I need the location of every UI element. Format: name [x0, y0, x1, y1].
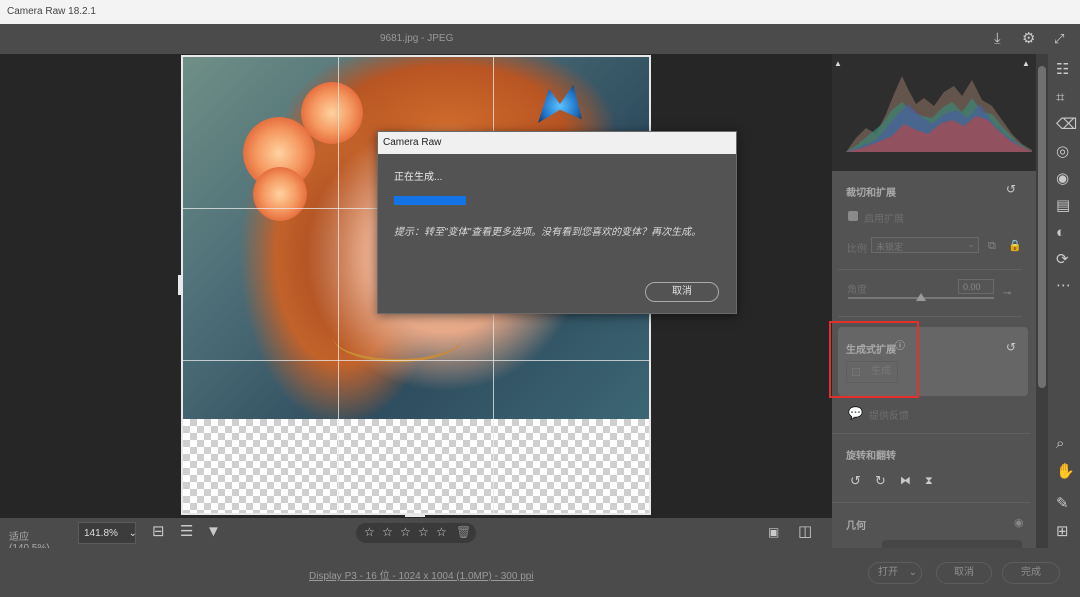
straighten-icon[interactable]: ⊸	[1003, 286, 1011, 302]
histogram: ▲ ▲	[832, 54, 1036, 171]
filter-icon[interactable]: ▼	[206, 524, 221, 540]
crop-handle[interactable]	[405, 514, 425, 517]
divider	[838, 316, 1022, 317]
panel-scrollbar[interactable]	[1036, 54, 1048, 548]
rotate-left-icon[interactable]: ↺	[850, 473, 861, 489]
aspect-value: 未锁定	[876, 242, 904, 252]
dialog-message: 正在生成...	[394, 172, 443, 183]
rotate-ratio-icon[interactable]: ⧉	[988, 238, 996, 254]
star-icon[interactable]: ☆	[400, 525, 411, 539]
generating-dialog: Camera Raw 正在生成... 提示：转至"变体"查看更多选项。没有看到您…	[377, 131, 737, 314]
crop-grid-line	[183, 360, 649, 361]
snapshot-icon[interactable]: ▤	[1056, 198, 1070, 214]
status-bar: Display P3 - 16 位 - 1024 x 1004 (1.0MP) …	[0, 548, 1080, 597]
window-title: Camera Raw 18.2.1	[7, 6, 96, 17]
toggle-view-icon[interactable]: ▣	[768, 524, 779, 540]
chevron-down-icon: ⌄	[908, 567, 917, 578]
visibility-icon[interactable]: ◉	[1014, 515, 1024, 531]
angle-slider-thumb[interactable]	[916, 293, 926, 301]
save-icon[interactable]: ⤓	[994, 31, 1001, 47]
feedback-icon[interactable]: 💬	[848, 405, 863, 421]
grid-icon[interactable]: ⊞	[1056, 524, 1069, 540]
rotate-right-icon[interactable]: ↻	[875, 473, 886, 489]
zoom-level-select[interactable]: 141.8% ⌄	[78, 522, 137, 544]
enable-expand-label: 启用扩展	[864, 214, 904, 225]
sort-icon[interactable]: ☰	[180, 524, 193, 540]
star-icon[interactable]: ☆	[436, 525, 447, 539]
crop-grid-line	[338, 57, 339, 513]
flip-vertical-icon[interactable]: ⧗	[925, 473, 933, 489]
flip-horizontal-icon[interactable]: ⧓	[900, 473, 911, 489]
settings-icon[interactable]: ⚙	[1022, 31, 1035, 47]
hand-icon[interactable]: ✋	[1056, 464, 1075, 480]
divider	[838, 269, 1022, 270]
before-after-icon[interactable]: ◫	[798, 524, 812, 540]
histogram-graph	[846, 76, 1032, 152]
progress-bar	[394, 196, 466, 205]
star-icon[interactable]: ☆	[364, 525, 375, 539]
open-button-label: 打开	[878, 567, 898, 578]
shadow-clip-icon[interactable]: ▲	[834, 56, 842, 72]
edit-icon[interactable]: ☷	[1056, 62, 1069, 78]
lock-icon[interactable]: 🔒	[1008, 238, 1022, 254]
done-button[interactable]: 完成	[1002, 562, 1060, 584]
star-icon[interactable]: ☆	[382, 525, 393, 539]
more-icon[interactable]: ⋯	[1056, 278, 1071, 294]
zoom-level-value: 141.8%	[84, 528, 118, 539]
crop-section-title[interactable]: 裁切和扩展	[846, 184, 896, 199]
zoom-fit-button[interactable]: 适应 (140.5%)	[4, 522, 76, 554]
file-info: 9681.jpg - JPEG	[380, 33, 454, 44]
dialog-tip: 提示：转至"变体"查看更多选项。没有看到您喜欢的变体？再次生成。	[394, 227, 702, 238]
aspect-select[interactable]: 未锁定 ⌄	[871, 237, 979, 253]
reset-icon[interactable]: ↺	[1006, 181, 1016, 197]
eyedropper-icon[interactable]: ✎	[1056, 496, 1069, 512]
geometry-toolbar	[882, 540, 1022, 548]
star-rating: ☆ ☆ ☆ ☆ ☆ 🗑	[356, 523, 476, 543]
highlight-clip-icon[interactable]: ▲	[1022, 56, 1030, 72]
dialog-title: Camera Raw	[378, 132, 736, 154]
eraser-icon[interactable]: ⌫	[1056, 117, 1077, 133]
rotate-section-title[interactable]: 旋转和翻转	[846, 447, 896, 462]
crop-icon[interactable]: ⌗	[1056, 90, 1064, 106]
divider	[832, 502, 1030, 503]
enable-expand-checkbox[interactable]	[848, 211, 858, 221]
star-icon[interactable]: ☆	[418, 525, 429, 539]
angle-input[interactable]: 0.00	[958, 279, 994, 294]
tool-strip: ☷ ⌗ ⌫ ◎ ◉ ▤ ◐ ⟳ ⋯ ⌕ ✋ ✎ ⊞	[1048, 54, 1080, 548]
open-button[interactable]: 打开 ⌄	[868, 562, 922, 584]
geometry-section-title[interactable]: 几何	[846, 517, 866, 532]
divider	[832, 433, 1030, 434]
zoom-icon[interactable]: ⌕	[1056, 436, 1064, 452]
crop-handle[interactable]	[178, 275, 181, 295]
presets-icon[interactable]: ◐	[1056, 225, 1065, 241]
redeye-icon[interactable]: ◉	[1056, 171, 1069, 187]
mask-icon[interactable]: ◎	[1056, 144, 1069, 160]
compare-view-icon[interactable]: ⊟	[152, 524, 165, 540]
cancel-button[interactable]: 取消	[936, 562, 992, 584]
aspect-label: 比例	[847, 244, 867, 255]
dialog-cancel-button[interactable]: 取消	[645, 282, 719, 302]
sync-icon[interactable]: ⟳	[1056, 252, 1069, 268]
feedback-link[interactable]: 提供反馈	[869, 407, 909, 422]
reset-icon[interactable]: ↺	[1006, 339, 1016, 355]
highlight-annotation	[829, 321, 919, 398]
fullscreen-icon[interactable]: ⤢	[1054, 31, 1064, 47]
chevron-down-icon: ⌄	[128, 528, 137, 539]
trash-icon[interactable]: 🗑	[456, 525, 471, 539]
image-info-link[interactable]: Display P3 - 16 位 - 1024 x 1004 (1.0MP) …	[309, 567, 534, 582]
scrollbar-thumb[interactable]	[1038, 66, 1046, 388]
chevron-down-icon: ⌄	[967, 239, 975, 249]
window-titlebar: Camera Raw 18.2.1	[0, 0, 1080, 24]
top-toolbar: 9681.jpg - JPEG ⤓ ⚙ ⤢	[0, 24, 1080, 54]
angle-label: 角度	[847, 285, 867, 296]
